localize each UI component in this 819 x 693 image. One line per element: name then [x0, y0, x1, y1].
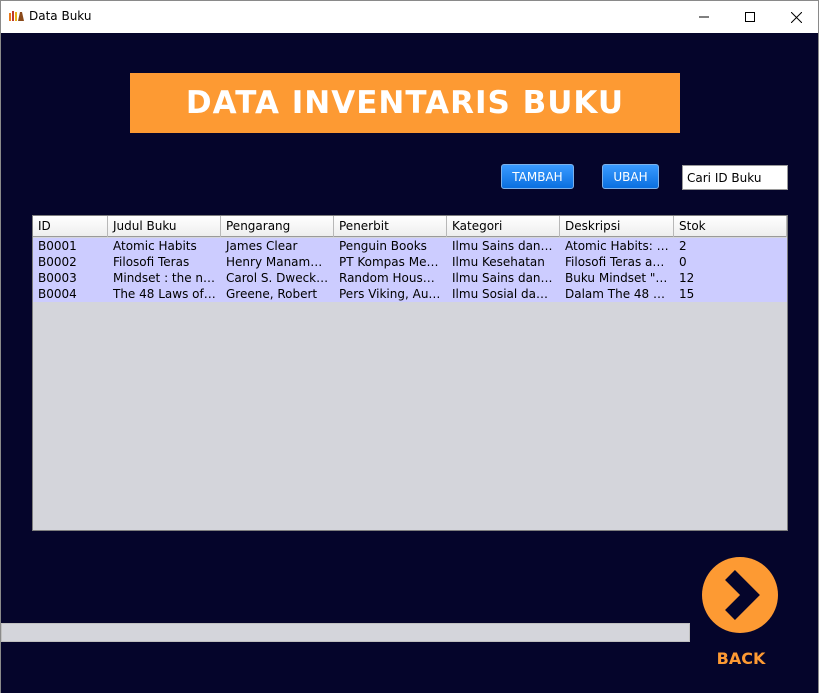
back-button-label[interactable]: BACK: [701, 649, 781, 668]
cell-pengarang: Henry Manampiri...: [226, 255, 334, 269]
main-panel: DATA INVENTARIS BUKU TAMBAH UBAH Cari ID…: [1, 33, 818, 693]
cell-penerbit: PT Kompas Medi...: [339, 255, 447, 269]
column-header-pengarang[interactable]: Pengarang: [221, 216, 334, 237]
back-arrow-icon[interactable]: [700, 555, 780, 635]
cell-kategori: Ilmu Sains dan T...: [452, 271, 560, 285]
table-header: ID Judul Buku Pengarang Penerbit Kategor…: [33, 216, 787, 237]
edit-button[interactable]: UBAH: [602, 164, 659, 189]
cell-kategori: Ilmu Sains dan T...: [452, 239, 560, 253]
cell-id: B0004: [38, 287, 77, 301]
books-table[interactable]: ID Judul Buku Pengarang Penerbit Kategor…: [32, 215, 788, 531]
cell-pengarang: James Clear: [226, 239, 298, 253]
close-icon: [790, 11, 802, 23]
horizontal-scrollbar[interactable]: [1, 623, 690, 642]
cell-penerbit: Penguin Books: [339, 239, 427, 253]
table-row[interactable]: B0001 Atomic Habits James Clear Penguin …: [33, 238, 787, 254]
cell-judul: The 48 Laws of ...: [113, 287, 219, 301]
cell-kategori: Ilmu Sosial dan ...: [452, 287, 559, 301]
column-header-judul[interactable]: Judul Buku: [108, 216, 221, 237]
maximize-icon: [745, 12, 755, 22]
cell-id: B0003: [38, 271, 77, 285]
cell-id: B0001: [38, 239, 77, 253]
window-title: Data Buku: [29, 9, 92, 23]
column-header-stok[interactable]: Stok: [674, 216, 787, 237]
table-row[interactable]: B0003 Mindset : the ne... Carol S. Dweck…: [33, 270, 787, 286]
cell-penerbit: Random House ...: [339, 271, 446, 285]
cell-judul: Filosofi Teras: [113, 255, 190, 269]
cell-id: B0002: [38, 255, 77, 269]
table-body: B0001 Atomic Habits James Clear Penguin …: [33, 238, 787, 302]
add-button[interactable]: TAMBAH: [501, 164, 574, 189]
minimize-button[interactable]: [681, 1, 727, 33]
maximize-button[interactable]: [727, 1, 773, 33]
cell-judul: Atomic Habits: [113, 239, 197, 253]
cell-stok: 2: [679, 239, 687, 253]
minimize-icon: [699, 16, 709, 18]
cell-judul: Mindset : the ne...: [113, 271, 221, 285]
page-title: DATA INVENTARIS BUKU: [185, 85, 625, 121]
cell-deskripsi: Atomic Habits: C...: [565, 239, 674, 253]
header-banner: DATA INVENTARIS BUKU: [130, 73, 680, 133]
cell-pengarang: Greene, Robert: [226, 287, 318, 301]
column-header-deskripsi[interactable]: Deskripsi: [560, 216, 674, 237]
cell-pengarang: Carol S. Dweck, ...: [226, 271, 334, 285]
cell-stok: 0: [679, 255, 687, 269]
cell-stok: 15: [679, 287, 695, 301]
app-window: Data Buku DATA INVENTARIS BUKU TAMBAH UB…: [0, 0, 819, 693]
column-header-kategori[interactable]: Kategori: [447, 216, 560, 237]
cell-stok: 12: [679, 271, 695, 285]
search-id-input[interactable]: Cari ID Buku: [682, 165, 788, 190]
cell-deskripsi: Filosofi Teras ad...: [565, 255, 672, 269]
table-row[interactable]: B0004 The 48 Laws of ... Greene, Robert …: [33, 286, 787, 302]
cell-penerbit: Pers Viking, Aud...: [339, 287, 447, 301]
column-header-penerbit[interactable]: Penerbit: [334, 216, 447, 237]
title-bar[interactable]: Data Buku: [1, 1, 818, 33]
cell-kategori: Ilmu Kesehatan: [452, 255, 545, 269]
close-button[interactable]: [773, 1, 819, 33]
cell-deskripsi: Dalam The 48 La...: [565, 287, 674, 301]
column-header-id[interactable]: ID: [33, 216, 108, 237]
cell-deskripsi: Buku Mindset "Th...: [565, 271, 674, 285]
app-books-icon: [9, 11, 24, 21]
table-row[interactable]: B0002 Filosofi Teras Henry Manampiri... …: [33, 254, 787, 270]
